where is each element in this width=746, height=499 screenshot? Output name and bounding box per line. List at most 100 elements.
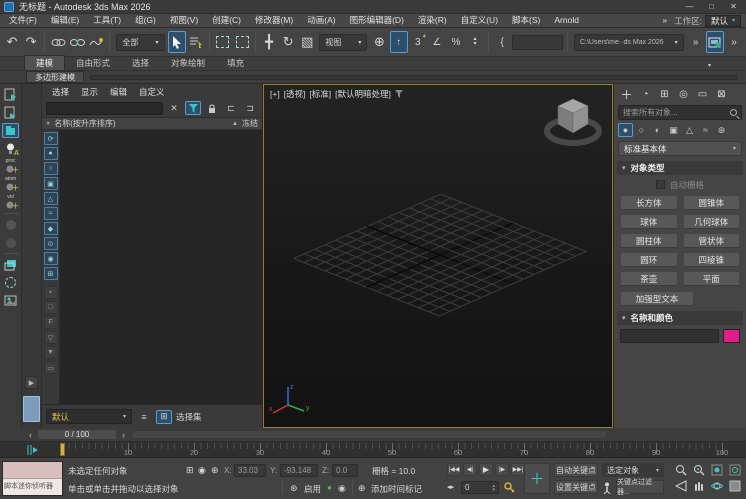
dashed-light-icon[interactable] bbox=[2, 275, 19, 290]
view-cube[interactable] bbox=[542, 91, 604, 155]
key-mode-toggle-icon[interactable]: ◂▸ bbox=[447, 483, 454, 491]
viewport-pov-menu[interactable]: [透视] bbox=[284, 88, 306, 100]
named-selection-sets-dropdown[interactable] bbox=[512, 35, 563, 50]
menu-item[interactable]: Arnold bbox=[547, 15, 586, 25]
previous-frame-icon[interactable]: ‹ bbox=[26, 429, 35, 440]
explorer-tool-icon[interactable]: □ bbox=[44, 301, 58, 314]
time-slider-handle[interactable] bbox=[60, 443, 65, 456]
ribbon-panel-polygon-modeling[interactable]: 多边形建模 bbox=[26, 71, 84, 83]
rectangular-selection-region-icon[interactable] bbox=[214, 31, 232, 53]
zoom-all-icon[interactable] bbox=[690, 462, 707, 477]
scene-explorer-menu-item[interactable]: 显示 bbox=[75, 86, 104, 98]
keyboard-override-toggle[interactable]: ↑ bbox=[390, 31, 408, 53]
snap-toggle-3d-button[interactable]: 3▴ bbox=[409, 31, 427, 53]
transform-mode-icon[interactable]: ⊕ bbox=[211, 465, 219, 476]
selected-filter-dropdown[interactable]: 选定对象 ▾ bbox=[602, 463, 664, 477]
viewport-render-preset-menu[interactable]: [标准] bbox=[309, 88, 331, 100]
workspace-dropdown[interactable]: 默认 ▾ bbox=[705, 15, 741, 27]
display-filter-icon[interactable]: △ bbox=[44, 192, 58, 205]
tab-create[interactable]: ＋ bbox=[618, 87, 635, 102]
asset-browser-icon[interactable] bbox=[2, 123, 19, 138]
toolbar-overflow-icon[interactable]: » bbox=[687, 31, 705, 53]
active-layout-tab[interactable] bbox=[23, 396, 40, 422]
x-coordinate-field[interactable]: 33.03 bbox=[234, 464, 266, 477]
layer-explorer-icon[interactable] bbox=[2, 105, 19, 120]
render-setup-button[interactable] bbox=[706, 31, 724, 53]
display-filter-icon[interactable]: ▣ bbox=[44, 177, 58, 190]
per-view-filter-icon[interactable] bbox=[395, 90, 403, 98]
ribbon-tab-populate[interactable]: 填充 bbox=[216, 56, 255, 70]
light-lister-icon[interactable]: A bbox=[2, 141, 19, 156]
vol-create-icon[interactable]: vol＋ bbox=[2, 195, 19, 210]
menu-item[interactable]: 渲染(R) bbox=[411, 15, 454, 25]
listener-pane[interactable]: 脚本迷你侦听器 bbox=[3, 479, 62, 495]
collapse-all-icon[interactable]: ⊐ bbox=[242, 101, 258, 115]
set-keys-button[interactable]: ＋ bbox=[524, 463, 550, 494]
display-filter-icon[interactable]: ● bbox=[44, 147, 58, 160]
display-filter-icon[interactable]: ○ bbox=[44, 162, 58, 175]
playback-loop-icon[interactable]: ◉ bbox=[338, 483, 346, 494]
scene-explorer-column-header[interactable]: ● 名称(按升序排序) ▲ 冻结 bbox=[42, 117, 262, 130]
ribbon-collapsed-strip[interactable] bbox=[90, 75, 738, 80]
set-key-button[interactable]: 设置关键点 bbox=[554, 480, 598, 494]
go-to-end-button[interactable]: ▶▶| bbox=[511, 463, 525, 476]
bitmap-icon[interactable] bbox=[2, 293, 19, 308]
select-and-link-icon[interactable] bbox=[49, 31, 67, 53]
object-type-button[interactable]: 圆柱体 bbox=[620, 233, 678, 248]
tab-utilities[interactable]: ⊠ bbox=[713, 87, 730, 102]
menu-item[interactable]: 视图(V) bbox=[163, 15, 205, 25]
explorer-preset-dropdown[interactable]: 默认 ▾ bbox=[46, 409, 132, 424]
current-frame-field[interactable]: 0 ▴▾ bbox=[461, 481, 499, 494]
category-systems-icon[interactable]: ⊛ bbox=[714, 123, 729, 137]
atom-create-icon[interactable]: atom＋ bbox=[2, 177, 19, 192]
explorer-tool-icon[interactable]: ▼ bbox=[44, 346, 58, 359]
cached-playback-settings-icon[interactable]: ⊛ bbox=[290, 483, 298, 494]
name-column-header[interactable]: 名称(按升序排序) bbox=[54, 118, 115, 129]
explorer-tool-icon[interactable]: ▽ bbox=[44, 331, 58, 344]
search-all-objects-field[interactable]: 搜索所有对象... bbox=[618, 105, 742, 120]
menu-item[interactable]: 动画(A) bbox=[300, 15, 342, 25]
select-by-name-button[interactable] bbox=[187, 31, 205, 53]
select-and-rotate-button[interactable]: ↻ bbox=[279, 31, 297, 53]
add-time-tag-label[interactable]: 添加时间标记 bbox=[371, 483, 422, 495]
maximize-button[interactable]: □ bbox=[703, 1, 720, 13]
selection-filter-dropdown[interactable]: 全部 ▾ bbox=[116, 34, 164, 51]
edit-named-selection-sets-button[interactable]: { bbox=[493, 31, 511, 53]
viewport-shading-menu[interactable]: [默认明暗处理] bbox=[335, 88, 391, 100]
zoom-extents-all-icon[interactable] bbox=[726, 462, 743, 477]
ribbon-tab-freeform[interactable]: 自由形式 bbox=[65, 56, 121, 70]
object-color-swatch[interactable] bbox=[723, 329, 740, 343]
layers-icon[interactable] bbox=[2, 257, 19, 272]
unlink-selection-icon[interactable] bbox=[68, 31, 86, 53]
toolbar-overflow-icon-2[interactable]: » bbox=[725, 31, 743, 53]
previous-frame-button[interactable]: ◀| bbox=[463, 463, 477, 476]
frame-indicator[interactable]: 0 / 100 bbox=[37, 429, 117, 440]
scene-explorer-tree[interactable] bbox=[60, 130, 262, 404]
maxscript-mini-listener[interactable]: 脚本迷你侦听器 bbox=[2, 461, 63, 496]
proc-create-icon[interactable]: proc＋ bbox=[2, 159, 19, 174]
object-type-button-text-plus[interactable]: 加强型文本 bbox=[620, 291, 694, 306]
pan-icon[interactable] bbox=[690, 478, 707, 493]
filter-icon[interactable] bbox=[185, 101, 201, 115]
zoom-icon[interactable] bbox=[672, 462, 689, 477]
macro-recorder-pane[interactable] bbox=[3, 462, 62, 479]
zoom-extents-icon[interactable] bbox=[708, 462, 725, 477]
object-type-button[interactable]: 管状体 bbox=[683, 233, 741, 248]
menu-item[interactable]: 脚本(S) bbox=[505, 15, 547, 25]
category-lights-icon[interactable]: ◐ bbox=[650, 123, 665, 137]
ribbon-tab-selection[interactable]: 选择 bbox=[121, 56, 160, 70]
object-type-button[interactable]: 平面 bbox=[683, 271, 741, 286]
tab-motion[interactable]: ◎ bbox=[675, 87, 692, 102]
menu-item[interactable]: 组(G) bbox=[128, 15, 163, 25]
play-button[interactable]: ▶ bbox=[479, 463, 493, 476]
display-filter-icon[interactable]: ◉ bbox=[44, 252, 58, 265]
object-type-button[interactable]: 球体 bbox=[620, 214, 678, 229]
object-type-rollout-header[interactable]: ▾ 对象类型 bbox=[617, 161, 743, 175]
scene-explorer-menu-item[interactable]: 编辑 bbox=[104, 86, 133, 98]
undo-button[interactable]: ↶ bbox=[3, 31, 21, 53]
explorer-mode-icon[interactable]: ⊞ bbox=[156, 410, 172, 424]
scene-explorer-icon[interactable] bbox=[2, 87, 19, 102]
ribbon-tab-modeling[interactable]: 建模 bbox=[24, 55, 65, 70]
key-filters-icon[interactable] bbox=[602, 482, 613, 494]
search-input[interactable] bbox=[46, 102, 163, 115]
